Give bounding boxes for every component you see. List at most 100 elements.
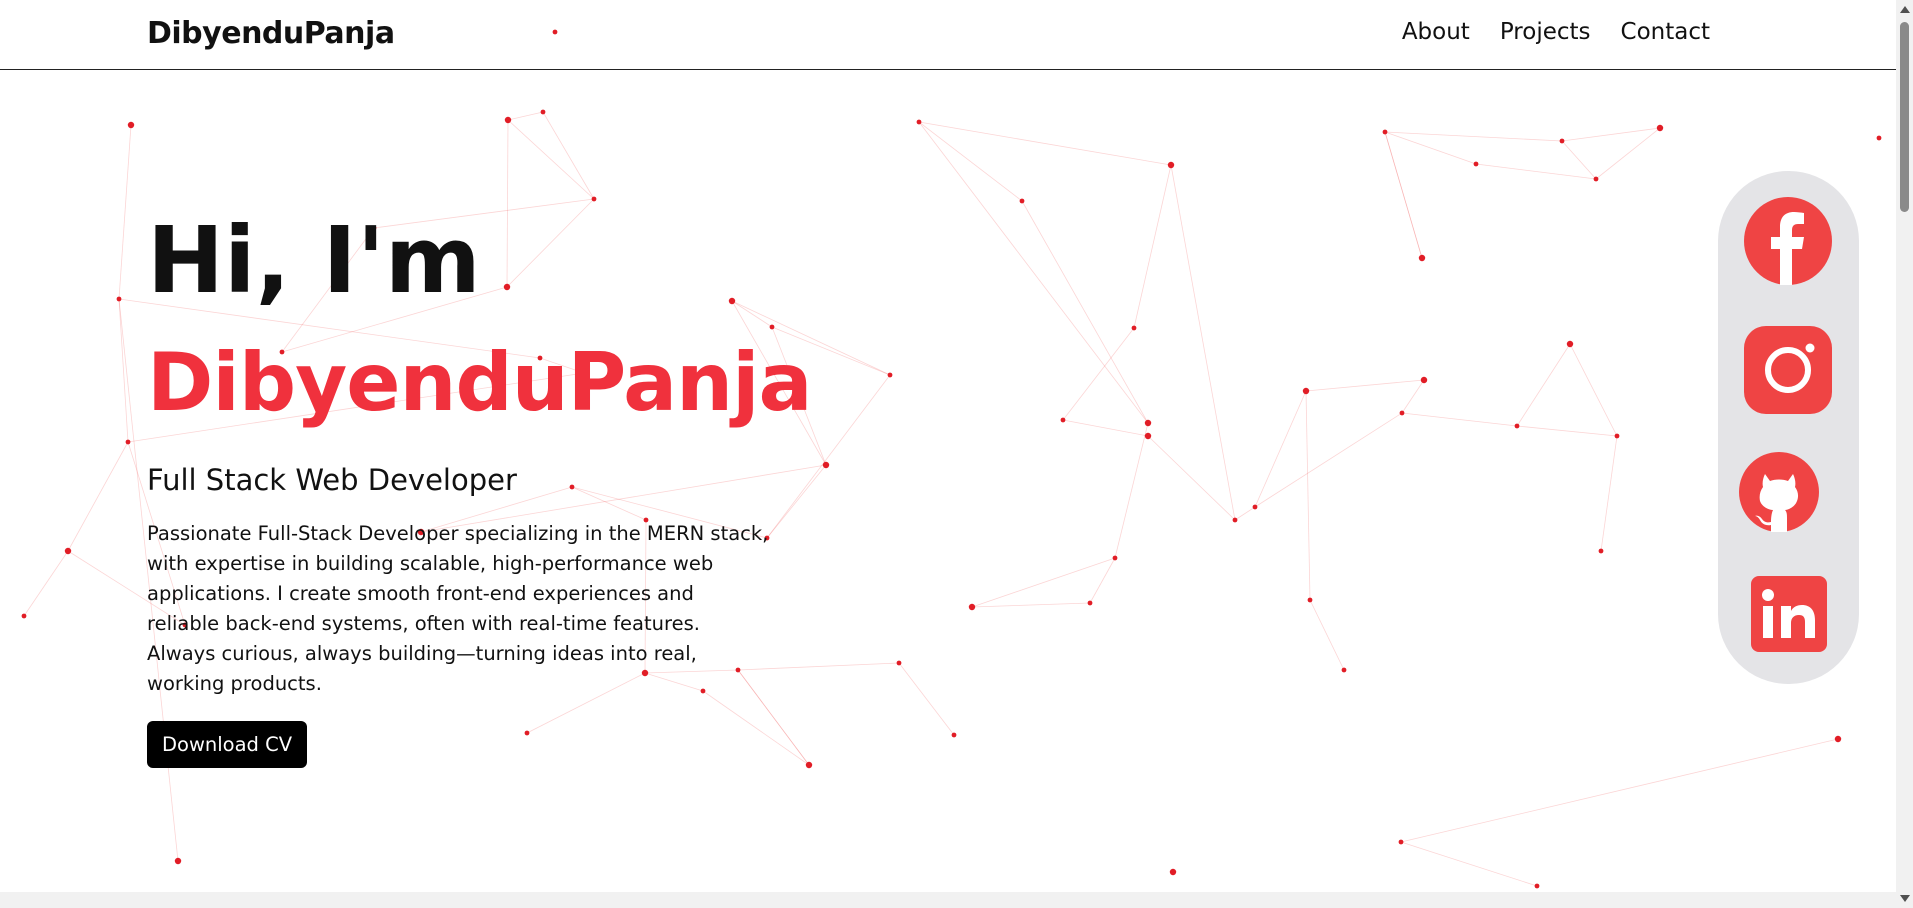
network-link — [1400, 841, 1538, 887]
network-node — [1598, 548, 1604, 554]
network-node — [125, 439, 131, 445]
linkedin-icon[interactable] — [1751, 576, 1827, 652]
scroll-down-arrow-icon[interactable] — [1900, 895, 1910, 902]
network-node — [1169, 868, 1177, 876]
network-link — [1384, 131, 1563, 142]
network-link — [1234, 506, 1256, 521]
network-node — [1341, 667, 1347, 673]
download-cv-button[interactable]: Download CV — [147, 721, 308, 768]
network-node — [1382, 129, 1388, 135]
network-node — [1144, 432, 1152, 440]
network-link — [23, 550, 69, 617]
network-link — [507, 111, 544, 121]
network-node — [1534, 883, 1540, 889]
network-node — [1087, 600, 1093, 606]
vertical-scrollbar[interactable] — [1896, 0, 1913, 908]
horizontal-scrollbar[interactable] — [0, 892, 1896, 908]
network-node — [21, 613, 27, 619]
network-node — [1019, 198, 1025, 204]
network-node — [1514, 423, 1520, 429]
network-node — [916, 119, 922, 125]
network-node — [1876, 135, 1882, 141]
network-node — [887, 372, 893, 378]
network-link — [542, 111, 595, 200]
network-node — [1473, 161, 1479, 167]
network-link — [1309, 599, 1345, 671]
network-node — [127, 121, 135, 129]
network-node — [1302, 387, 1310, 395]
instagram-icon[interactable] — [1744, 326, 1832, 414]
network-node — [896, 660, 902, 666]
network-node — [174, 857, 182, 865]
network-node — [1398, 839, 1404, 845]
nav-link-contact[interactable]: Contact — [1621, 19, 1710, 45]
network-node — [591, 196, 597, 202]
nav-link-projects[interactable]: Projects — [1500, 19, 1591, 45]
network-link — [1305, 390, 1311, 601]
network-node — [1399, 410, 1405, 416]
network-link — [1254, 412, 1403, 508]
network-node — [968, 603, 976, 611]
network-link — [1401, 412, 1518, 427]
network-link — [1384, 131, 1477, 165]
network-node — [1418, 254, 1426, 262]
network-link — [1254, 390, 1307, 508]
network-node — [1252, 504, 1258, 510]
github-icon[interactable] — [1738, 451, 1820, 533]
network-node — [1144, 419, 1152, 427]
network-node — [540, 109, 546, 115]
network-link — [1170, 164, 1236, 521]
network-link — [971, 602, 1091, 608]
network-link — [1475, 163, 1597, 180]
nav-links: About Projects Contact — [1402, 19, 1710, 45]
brand-logo[interactable]: DibyenduPanja — [147, 16, 395, 51]
network-link — [1595, 127, 1661, 180]
network-node — [64, 547, 72, 555]
network-node — [1112, 555, 1118, 561]
hero-role: Full Stack Web Developer — [147, 463, 517, 497]
network-link — [971, 557, 1116, 608]
network-node — [951, 732, 957, 738]
network-link — [118, 124, 132, 300]
network-link — [1021, 200, 1149, 424]
hero-description: Passionate Full-Stack Developer speciali… — [147, 522, 769, 695]
network-link — [1384, 131, 1423, 259]
network-link — [1600, 435, 1618, 552]
nav-link-about[interactable]: About — [1402, 19, 1470, 45]
network-link — [1089, 557, 1116, 604]
network-link — [507, 119, 595, 200]
network-link — [1062, 327, 1135, 421]
network-link — [1305, 379, 1425, 392]
network-node — [1167, 161, 1175, 169]
social-links-panel — [1718, 171, 1859, 684]
network-link — [1561, 140, 1597, 180]
network-link — [1400, 738, 1839, 843]
scrollbar-thumb[interactable] — [1900, 22, 1909, 212]
network-link — [918, 121, 1172, 166]
network-node — [1232, 517, 1238, 523]
hero-section: Hi, I'm DibyenduPanja Full Stack Web Dev… — [147, 207, 813, 768]
network-node — [822, 461, 830, 469]
network-node — [1566, 340, 1574, 348]
facebook-icon[interactable] — [1744, 197, 1832, 285]
network-link — [918, 121, 1149, 424]
network-link — [1516, 343, 1571, 427]
network-node — [1593, 176, 1599, 182]
network-node — [1834, 735, 1842, 743]
network-link — [1114, 422, 1149, 559]
network-node — [805, 761, 813, 769]
hero-greeting: Hi, I'm — [147, 207, 481, 314]
network-link — [1569, 343, 1618, 437]
network-node — [1131, 325, 1137, 331]
network-node — [504, 116, 512, 124]
network-node — [1060, 417, 1066, 423]
network-link — [1516, 425, 1618, 437]
scroll-up-arrow-icon[interactable] — [1900, 6, 1910, 13]
network-link — [1561, 127, 1661, 142]
network-node — [1420, 376, 1428, 384]
network-link — [898, 662, 955, 736]
network-node — [1614, 433, 1620, 439]
network-node — [1559, 138, 1565, 144]
network-link — [1401, 379, 1425, 414]
network-link — [1133, 164, 1172, 329]
